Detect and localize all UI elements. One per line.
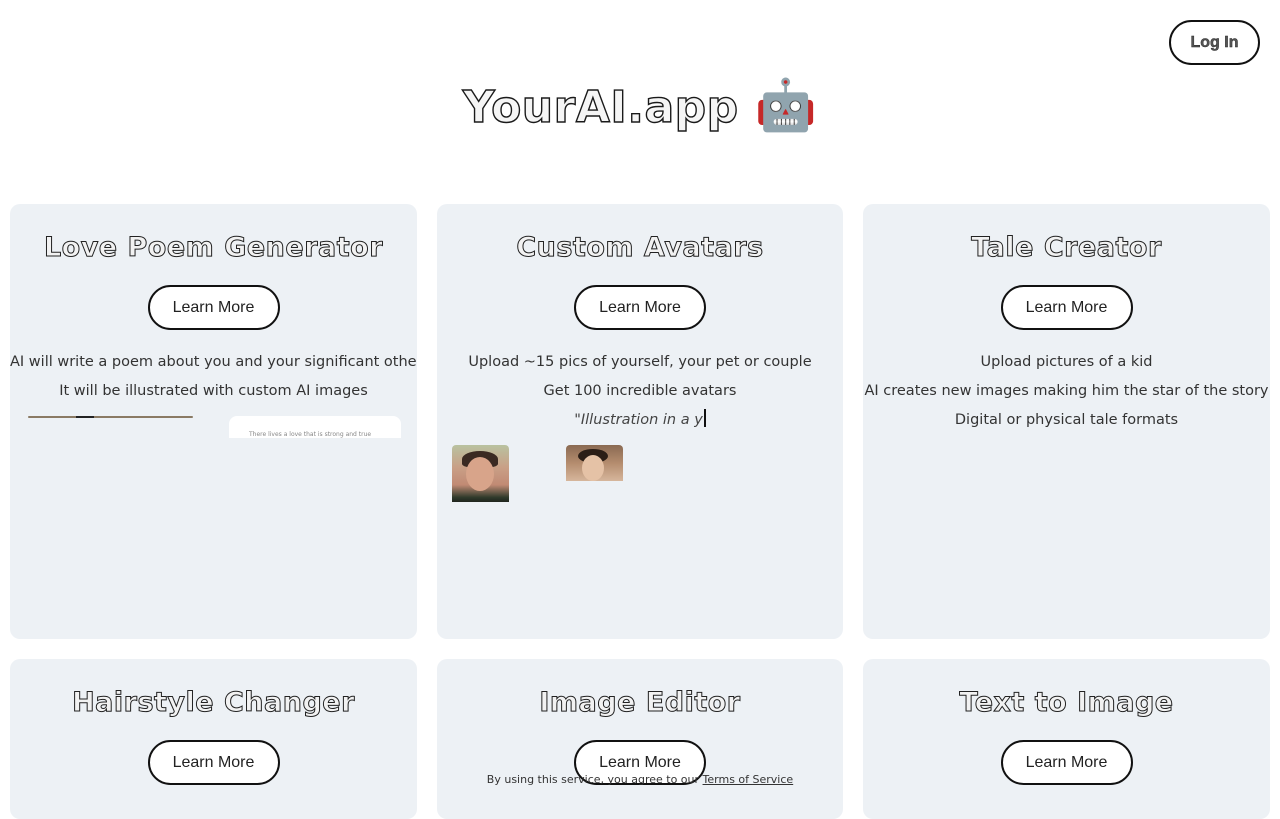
- card-love-poem-generator: Love Poem Generator Learn More AI will w…: [10, 204, 417, 639]
- learn-more-button[interactable]: Learn More: [1000, 285, 1133, 330]
- learn-more-button[interactable]: Learn More: [574, 285, 706, 330]
- description-line: Get 100 incredible avatars: [543, 383, 737, 399]
- learn-more-button[interactable]: Learn More: [147, 285, 280, 330]
- card-title: Hairstyle Changer: [72, 687, 355, 719]
- terms-notice-text: By using this service, you agree to our: [486, 773, 700, 786]
- card-title: Love Poem Generator: [43, 232, 384, 264]
- avatar-sample-image: [452, 445, 509, 502]
- description-line: AI will write a poem about you and your …: [10, 354, 417, 370]
- avatar-sample-image: [566, 445, 623, 481]
- description-line: It will be illustrated with custom AI im…: [59, 383, 368, 399]
- description-line: Upload pictures of a kid: [980, 354, 1153, 370]
- typing-prompt-text: "Illustration in a y: [574, 412, 703, 428]
- card-description: Upload pictures of a kid AI creates new …: [863, 348, 1270, 435]
- card-tale-creator: Tale Creator Learn More Upload pictures …: [863, 204, 1270, 639]
- site-title: YourAI.app 🤖: [0, 76, 1280, 135]
- card-description: AI will write a poem about you and your …: [10, 348, 417, 406]
- card-image-editor: Image Editor Learn More: [437, 659, 843, 819]
- terms-notice: By using this service, you agree to our …: [0, 773, 1280, 786]
- text-caret: [703, 409, 706, 427]
- robot-icon: 🤖: [754, 76, 818, 134]
- description-line: AI creates new images making him the sta…: [864, 383, 1269, 399]
- description-line: Upload ~15 pics of yourself, your pet or…: [468, 354, 812, 370]
- card-title: Image Editor: [539, 687, 741, 719]
- card-text-to-image: Text to Image Learn More: [863, 659, 1270, 819]
- card-description: Upload ~15 pics of yourself, your pet or…: [437, 348, 843, 435]
- card-title: Tale Creator: [971, 232, 1162, 264]
- site-title-text: YourAI.app: [462, 81, 739, 133]
- card-title: Custom Avatars: [516, 232, 764, 264]
- card-hairstyle-changer: Hairstyle Changer Learn More: [10, 659, 417, 819]
- poem-preview-card: There lives a love that is strong and tr…: [229, 416, 401, 438]
- login-button[interactable]: Log In: [1169, 20, 1260, 65]
- terms-of-service-link[interactable]: Terms of Service: [703, 773, 794, 786]
- card-custom-avatars: Custom Avatars Learn More Upload ~15 pic…: [437, 204, 843, 639]
- description-line: Digital or physical tale formats: [954, 412, 1179, 428]
- typing-prompt: "Illustration in a y: [437, 406, 843, 435]
- card-title: Text to Image: [959, 687, 1174, 719]
- poem-illustration-image: [28, 416, 193, 418]
